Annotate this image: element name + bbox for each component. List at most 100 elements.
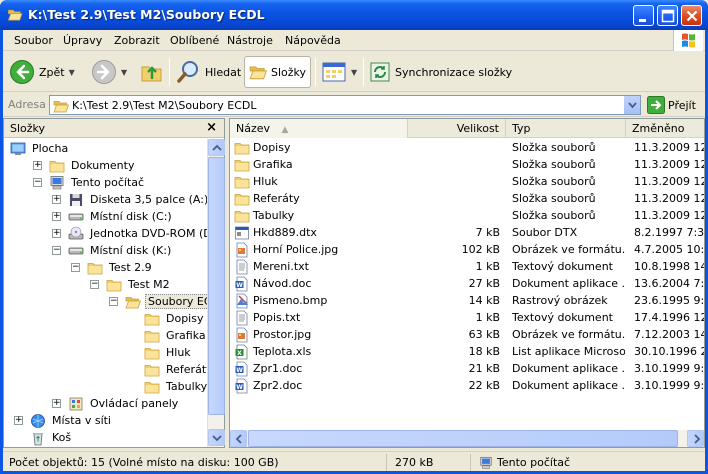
tree-item[interactable]: Dokumenty bbox=[49, 157, 136, 174]
menu-nastroje[interactable]: Nástroje bbox=[227, 34, 273, 47]
close-icon[interactable]: × bbox=[206, 120, 217, 135]
file-name: Horní Police.jpg bbox=[253, 243, 339, 256]
column-size[interactable]: Velikost bbox=[408, 119, 506, 138]
menu-zobrazit[interactable]: Zobrazit bbox=[114, 34, 160, 47]
address-input[interactable]: K:\Test 2.9\Test M2\Soubory ECDL bbox=[49, 95, 641, 115]
menu-oblibene[interactable]: Oblíbené bbox=[170, 34, 219, 47]
tree-item[interactable]: Dopisy bbox=[144, 310, 205, 327]
tree-item[interactable]: Místní disk (K:) bbox=[68, 242, 173, 259]
folders-vertical-scrollbar[interactable] bbox=[207, 139, 225, 447]
views-dropdown-icon[interactable]: ▼ bbox=[351, 68, 357, 77]
file-row[interactable]: Teplota.xls 18 kB List aplikace Microso...… bbox=[230, 343, 704, 360]
collapse-icon[interactable]: − bbox=[33, 178, 42, 187]
file-row[interactable]: Pismeno.bmp 14 kB Rastrový obrázek 23.6.199… bbox=[230, 292, 704, 309]
menu-soubor[interactable]: Soubor bbox=[14, 34, 53, 47]
scroll-left-button[interactable] bbox=[230, 430, 247, 447]
scroll-thumb[interactable] bbox=[208, 157, 225, 415]
list-header: Název ▲ Velikost Typ Změněno bbox=[230, 119, 704, 138]
tree-item[interactable]: Disketa 3,5 palce (A:) bbox=[68, 191, 207, 208]
forward-button[interactable]: ▼ bbox=[91, 56, 127, 88]
back-arrow-icon bbox=[10, 60, 34, 84]
file-row[interactable]: Grafika Složka souborů 11.3.2009 12:0 bbox=[230, 156, 704, 173]
file-row[interactable]: Prostor.jpg 63 kB Obrázek ve formátu... 7.1… bbox=[230, 326, 704, 343]
file-row[interactable]: Zpr1.doc 21 kB Dokument aplikace ... 3.10.1… bbox=[230, 360, 704, 377]
scroll-up-button[interactable] bbox=[208, 139, 225, 156]
address-dropdown-button[interactable] bbox=[623, 96, 640, 114]
chevron-down-icon bbox=[628, 102, 637, 109]
file-type: Dokument aplikace ... bbox=[512, 379, 625, 392]
collapse-icon[interactable]: − bbox=[71, 263, 80, 272]
window-title: K:\Test 2.9\Test M2\Soubory ECDL bbox=[28, 7, 265, 22]
expand-icon[interactable]: + bbox=[52, 212, 61, 221]
expand-icon[interactable]: + bbox=[52, 195, 61, 204]
file-row[interactable]: Hluk Složka souborů 11.3.2009 12:0 bbox=[230, 173, 704, 190]
expand-icon[interactable]: + bbox=[14, 416, 23, 425]
tree-item[interactable]: Místa v síti bbox=[30, 412, 113, 429]
tree-item[interactable]: Grafika bbox=[144, 327, 207, 344]
file-type: Složka souborů bbox=[512, 158, 596, 171]
views-button[interactable]: ▼ bbox=[321, 56, 357, 88]
tree-item[interactable]: Tento počítač bbox=[49, 174, 146, 191]
expand-icon[interactable]: + bbox=[33, 161, 42, 170]
doc-file-icon bbox=[234, 361, 250, 377]
column-type[interactable]: Typ bbox=[506, 119, 626, 138]
file-name: Mereni.txt bbox=[253, 260, 309, 273]
go-button[interactable]: Přejít bbox=[647, 96, 696, 114]
sync-button[interactable]: Synchronizace složky bbox=[369, 56, 512, 88]
sync-icon bbox=[370, 62, 390, 82]
tree-item[interactable]: Koš bbox=[30, 429, 73, 446]
status-location-label: Tento počítač bbox=[497, 456, 571, 469]
file-row[interactable]: Mereni.txt 1 kB Textový dokument 10.8.1998 … bbox=[230, 258, 704, 275]
search-button[interactable]: Hledat bbox=[175, 56, 241, 88]
collapse-icon[interactable]: − bbox=[109, 297, 118, 306]
column-modified[interactable]: Změněno bbox=[626, 119, 704, 138]
menu-upravy[interactable]: Úpravy bbox=[63, 34, 102, 47]
tree-item[interactable]: Tabulky bbox=[144, 378, 207, 395]
column-name[interactable]: Název ▲ bbox=[230, 119, 408, 138]
back-label: Zpět bbox=[39, 65, 65, 79]
back-dropdown-icon[interactable]: ▼ bbox=[69, 68, 75, 77]
tree-item[interactable]: Referáty bbox=[144, 361, 207, 378]
scroll-down-button[interactable] bbox=[208, 429, 225, 446]
tree-item[interactable]: Plocha bbox=[10, 140, 70, 157]
file-row[interactable]: Hkd889.dtx 7 kB Soubor DTX 8.2.1997 7:33 bbox=[230, 224, 704, 241]
tree-item[interactable]: Místní disk (C:) bbox=[68, 208, 174, 225]
file-row[interactable]: Zpr2.doc 22 kB Dokument aplikace ... 3.10.1… bbox=[230, 377, 704, 394]
file-size: 7 kB bbox=[475, 226, 500, 239]
tree-item[interactable]: Hluk bbox=[144, 344, 193, 361]
files-horizontal-scrollbar[interactable] bbox=[230, 430, 704, 447]
file-row[interactable]: Horní Police.jpg 102 kB Obrázek ve formátu… bbox=[230, 241, 704, 258]
scroll-thumb[interactable] bbox=[248, 430, 678, 447]
file-row[interactable]: Referáty Složka souborů 11.3.2009 12:0 bbox=[230, 190, 704, 207]
tree-item-label: Tento počítač bbox=[71, 176, 145, 189]
back-button[interactable]: Zpět ▼ bbox=[9, 56, 75, 88]
search-label: Hledat bbox=[205, 65, 242, 79]
expand-icon[interactable]: + bbox=[52, 399, 61, 408]
tree-item[interactable]: Test M2 bbox=[106, 276, 172, 293]
tree-item-label: Místa v síti bbox=[52, 414, 111, 427]
forward-dropdown-icon[interactable]: ▼ bbox=[121, 68, 127, 77]
file-modified: 11.3.2009 12:0 bbox=[634, 209, 704, 222]
folders-button[interactable]: Složky bbox=[244, 56, 311, 88]
file-row[interactable]: Tabulky Složka souborů 11.3.2009 12:0 bbox=[230, 207, 704, 224]
title-bar[interactable]: K:\Test 2.9\Test M2\Soubory ECDL bbox=[0, 0, 708, 30]
collapse-icon[interactable]: − bbox=[52, 246, 61, 255]
menu-napoveda[interactable]: Nápověda bbox=[285, 34, 341, 47]
xls-file-icon bbox=[234, 344, 250, 360]
close-button[interactable] bbox=[681, 5, 702, 26]
desktop-icon bbox=[10, 141, 26, 157]
expand-icon[interactable]: + bbox=[52, 229, 61, 238]
tree-item[interactable]: Ovládací panely bbox=[68, 395, 180, 412]
scroll-right-button[interactable] bbox=[687, 430, 704, 447]
up-folder-button[interactable] bbox=[139, 56, 165, 88]
tree-item[interactable]: Soubory ECDL bbox=[125, 293, 207, 310]
tree-item[interactable]: Jednotka DVD-ROM (D:) bbox=[68, 225, 207, 242]
file-row[interactable]: Dopisy Složka souborů 11.3.2009 12:0 bbox=[230, 139, 704, 156]
file-row[interactable]: Popis.txt 1 kB Textový dokument 17.4.1996 1… bbox=[230, 309, 704, 326]
tree-item[interactable]: Test 2.9 bbox=[87, 259, 154, 276]
folder-icon bbox=[234, 157, 250, 173]
maximize-button[interactable] bbox=[657, 5, 678, 26]
collapse-icon[interactable]: − bbox=[90, 280, 99, 289]
minimize-button[interactable] bbox=[633, 5, 654, 26]
file-row[interactable]: Návod.doc 27 kB Dokument aplikace ... 13.6.… bbox=[230, 275, 704, 292]
